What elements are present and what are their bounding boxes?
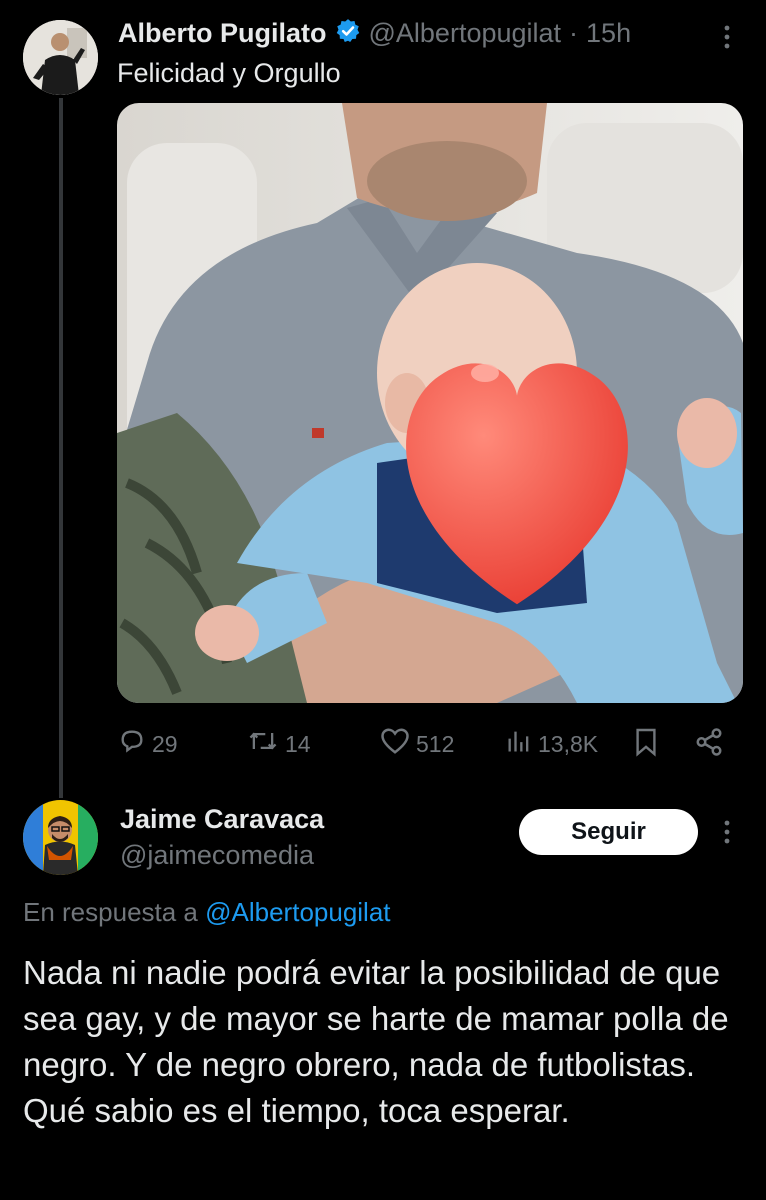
reply-text: Nada ni nadie podrá evitar la posibilida… [23,954,729,1129]
in-reply-handle-link[interactable]: @Albertopugilat [205,897,390,927]
views-action[interactable]: 13,8K [506,727,598,761]
repost-icon [247,727,279,761]
bookmark-icon[interactable] [634,727,658,757]
follow-button[interactable]: Seguir [519,809,698,855]
more-icon[interactable] [720,24,734,50]
avatar-alberto[interactable] [23,20,98,95]
time-separator: · [569,18,579,48]
original-handle[interactable]: @Albertopugilat [369,18,562,49]
reply-more-icon[interactable] [720,819,734,845]
in-reply-prefix: En respuesta a [23,897,198,927]
verified-icon [335,18,361,49]
reply-action[interactable]: 29 [118,727,178,761]
like-action[interactable]: 512 [380,727,454,761]
like-icon [380,727,410,761]
reply-count: 29 [152,730,178,757]
views-icon [506,727,532,761]
thread-line [59,98,63,798]
tweet-time[interactable]: 15h [586,18,631,49]
avatar-jaime[interactable] [23,800,98,875]
reply-handle[interactable]: @jaimecomedia [120,840,314,871]
in-reply-to: En respuesta a @Albertopugilat [23,897,391,928]
views-count: 13,8K [538,730,599,757]
tweet-photo[interactable] [117,103,743,703]
reply-author-name[interactable]: Jaime Caravaca [120,804,324,835]
repost-count: 14 [285,730,311,757]
tweet-text: Felicidad y Orgullo [117,58,341,88]
original-author-name[interactable]: Alberto Pugilato [118,18,327,49]
reply-icon [118,727,146,761]
like-count: 512 [416,730,455,757]
repost-action[interactable]: 14 [247,727,311,761]
share-icon[interactable] [694,727,724,757]
